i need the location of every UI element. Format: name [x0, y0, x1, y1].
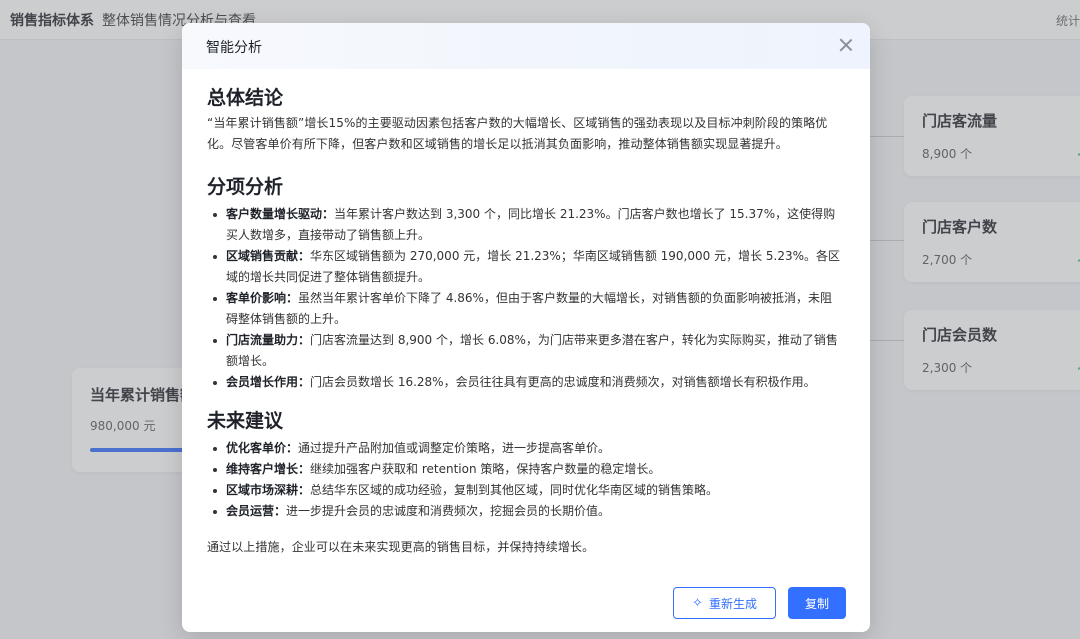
modal-title: 智能分析	[206, 40, 262, 56]
item-text: 通过提升产品附加值或调整定价策略，进一步提高客单价。	[298, 441, 611, 455]
item-text: 华东区域销售额为 270,000 元，增长 21.23%；华南区域销售额 190…	[226, 249, 841, 284]
item-label: 会员增长作用：	[226, 375, 311, 389]
conclusion-text: “当年累计销售额”增长15%的主要驱动因素包括客户数的大幅增长、区域销售的强劲表…	[207, 116, 828, 151]
item-text: 进一步提升会员的忠诚度和消费频次，挖掘会员的长期价值。	[286, 504, 611, 518]
section-heading: 总体结论	[207, 87, 284, 109]
regenerate-button[interactable]: ✧ 重新生成	[673, 587, 776, 619]
analysis-section: 分项分析 客户数量增长驱动：当年累计客户数达到 3,300 个，同比增长 21.…	[207, 174, 843, 393]
list-item: 门店流量助力：门店客流量达到 8,900 个，增长 6.08%，为门店带来更多潜…	[207, 330, 843, 372]
conclusion-section: 总体结论 “当年累计销售额”增长15%的主要驱动因素包括客户数的大幅增长、区域销…	[207, 85, 843, 155]
analysis-list: 客户数量增长驱动：当年累计客户数达到 3,300 个，同比增长 21.23%。门…	[207, 204, 843, 393]
item-label: 会员运营：	[226, 504, 287, 518]
list-item: 会员运营：进一步提升会员的忠诚度和消费频次，挖掘会员的长期价值。	[207, 501, 843, 522]
suggestions-list: 优化客单价：通过提升产品附加值或调整定价策略，进一步提高客单价。 维持客户增长：…	[207, 438, 843, 522]
item-label: 区域市场深耕：	[226, 483, 311, 497]
item-label: 客户数量增长驱动：	[226, 207, 335, 221]
list-item: 区域销售贡献：华东区域销售额为 270,000 元，增长 21.23%；华南区域…	[207, 246, 843, 288]
item-text: 门店客流量达到 8,900 个，增长 6.08%，为门店带来更多潜在客户，转化为…	[226, 333, 838, 368]
item-label: 客单价影响：	[226, 291, 299, 305]
regenerate-label: 重新生成	[708, 596, 757, 611]
item-text: 继续加强客户获取和 retention 策略，保持客户数量的稳定增长。	[310, 462, 661, 476]
close-icon[interactable]	[838, 37, 854, 53]
copy-button[interactable]: 复制	[788, 587, 846, 619]
item-text: 虽然当年累计客单价下降了 4.86%，但由于客户数量的大幅增长，对销售额的负面影…	[226, 291, 832, 326]
list-item: 客单价影响：虽然当年累计客单价下降了 4.86%，但由于客户数量的大幅增长，对销…	[207, 288, 843, 330]
item-label: 区域销售贡献：	[226, 249, 311, 263]
item-label: 优化客单价：	[226, 441, 299, 455]
analysis-modal: 智能分析 总体结论 “当年累计销售额”增长15%的主要驱动因素包括客户数的大幅增…	[182, 23, 870, 632]
list-item: 会员增长作用：门店会员数增长 16.28%，会员往往具有更高的忠诚度和消费频次，…	[207, 372, 843, 393]
item-label: 维持客户增长：	[226, 462, 311, 476]
list-item: 区域市场深耕：总结华东区域的成功经验，复制到其他区域，同时优化华南区域的销售策略…	[207, 480, 843, 501]
suggestions-section: 未来建议 优化客单价：通过提升产品附加值或调整定价策略，进一步提高客单价。 维持…	[207, 408, 843, 522]
list-item: 维持客户增长：继续加强客户获取和 retention 策略，保持客户数量的稳定增…	[207, 459, 843, 480]
list-item: 客户数量增长驱动：当年累计客户数达到 3,300 个，同比增长 21.23%。门…	[207, 204, 843, 246]
closing-text: 通过以上措施，企业可以在未来实现更高的销售目标，并保持持续增长。	[207, 540, 595, 554]
list-item: 优化客单价：通过提升产品附加值或调整定价策略，进一步提高客单价。	[207, 438, 843, 459]
modal-header: 智能分析	[182, 23, 870, 69]
item-text: 总结华东区域的成功经验，复制到其他区域，同时优化华南区域的销售策略。	[310, 483, 719, 497]
section-heading: 未来建议	[207, 410, 284, 432]
item-text: 门店会员数增长 16.28%，会员往往具有更高的忠诚度和消费频次，对销售额增长有…	[310, 375, 816, 389]
item-label: 门店流量助力：	[226, 333, 311, 347]
section-heading: 分项分析	[207, 176, 284, 198]
sparkle-icon: ✧	[692, 595, 703, 611]
modal-footer: ✧ 重新生成 复制	[673, 587, 846, 619]
